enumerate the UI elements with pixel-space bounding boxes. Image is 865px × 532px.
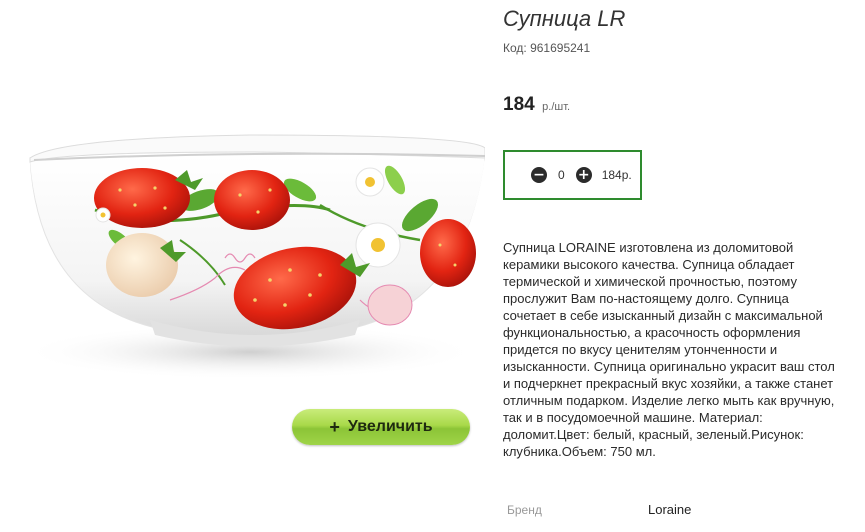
quantity-stepper: − 0 + 184р. (503, 150, 642, 200)
brand-label: Бренд (507, 503, 542, 517)
product-code: Код: 961695241 (503, 41, 591, 55)
minus-circle-icon[interactable]: − (531, 167, 547, 183)
zoom-button[interactable]: + Увеличить (292, 409, 470, 445)
product-price: 184 р./шт. (503, 94, 570, 116)
price-unit: р./шт. (542, 101, 571, 113)
plus-circle-icon[interactable]: + (575, 167, 592, 183)
plus-icon: + (329, 416, 340, 437)
product-photo[interactable]: + Увеличить (0, 0, 485, 460)
quantity-total: 184р. (601, 168, 632, 182)
strawberry-bowl-image (20, 134, 485, 380)
price-amount: 184 (503, 94, 535, 115)
product-title: Супница LR (503, 6, 626, 31)
brand-value: Loraine (648, 502, 692, 517)
quantity-value: 0 (558, 168, 565, 182)
zoom-button-label: Увеличить (347, 418, 433, 435)
product-description: Супница LORAINE изготовлена из доломитов… (503, 240, 835, 459)
